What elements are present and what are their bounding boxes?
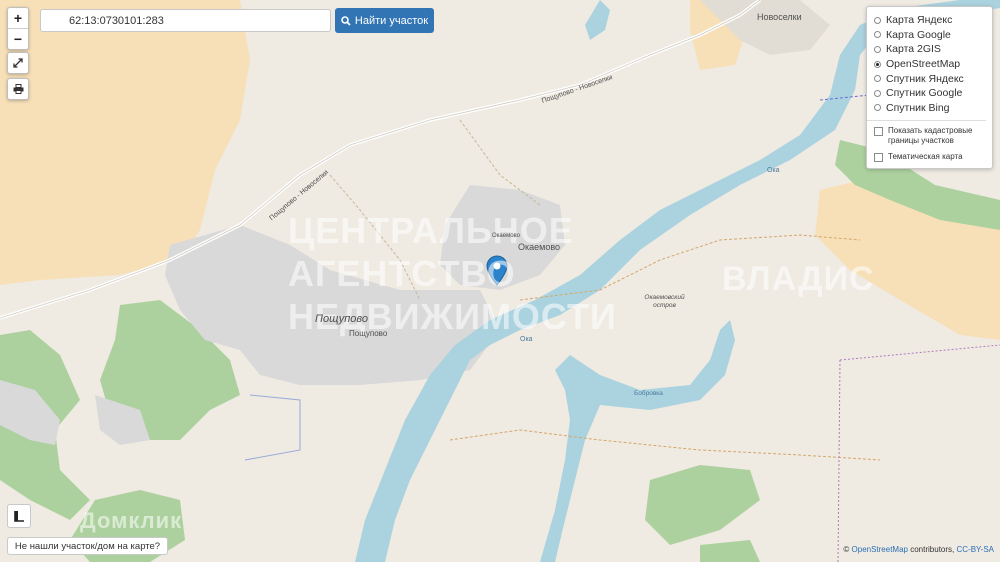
print-button[interactable]: [7, 78, 29, 100]
village-label-novoselki: Новоселки: [757, 12, 802, 22]
village-label-okaemovo: Окаемово: [518, 242, 561, 252]
radio-icon: [874, 89, 881, 97]
search-icon: [341, 15, 351, 26]
zoom-out-button[interactable]: −: [8, 28, 28, 49]
radio-icon: [874, 31, 881, 39]
divider: [867, 120, 986, 122]
checkbox-icon: [874, 127, 883, 137]
layer-switcher: Карта Яндекс Карта Google Карта 2GIS Ope…: [866, 6, 993, 169]
island-label: Окаемовский остров: [644, 294, 685, 309]
radio-icon: [874, 75, 881, 83]
checkbox-icon: [874, 153, 883, 163]
watermark-vladis: ВЛАДИС: [722, 260, 875, 298]
legend-icon: [14, 511, 24, 522]
layer-option[interactable]: Карта 2GIS: [874, 42, 992, 57]
radio-icon: [874, 45, 881, 53]
print-icon: [13, 84, 23, 94]
osm-link[interactable]: OpenStreetMap: [852, 545, 908, 554]
map-attribution: © OpenStreetMap contributors, CC-BY-SA: [843, 545, 994, 554]
layer-option[interactable]: Карта Google: [874, 28, 992, 43]
layer-option[interactable]: Спутник Яндекс: [874, 71, 992, 86]
legend-button[interactable]: [7, 504, 31, 528]
expand-icon: [13, 58, 23, 68]
river-label: Ока: [520, 336, 533, 343]
thematic-map-checkbox[interactable]: Тематическая карта: [874, 152, 992, 163]
radio-icon: [874, 16, 881, 24]
radio-icon: [874, 104, 881, 112]
fullscreen-button[interactable]: [7, 52, 29, 74]
river-label: Ока: [767, 167, 780, 174]
layer-option[interactable]: Карта Яндекс: [874, 13, 992, 28]
zoom-control: + −: [7, 7, 29, 50]
radio-selected-icon: [874, 60, 881, 68]
watermark-domclick: Домклик: [80, 508, 183, 533]
find-plot-button[interactable]: Найти участок: [335, 8, 434, 33]
cadastral-borders-checkbox[interactable]: Показать кадастровые границы участков: [874, 126, 992, 146]
license-link[interactable]: CC-BY-SA: [957, 545, 995, 554]
zoom-in-button[interactable]: +: [8, 8, 28, 28]
layer-option[interactable]: Спутник Google: [874, 86, 992, 101]
stream-label: Бобровка: [634, 390, 663, 397]
layer-option-selected[interactable]: OpenStreetMap: [874, 57, 992, 72]
layer-option[interactable]: Спутник Bing: [874, 101, 992, 116]
village-label-poshchupovo: Пощупово: [315, 313, 368, 325]
street-label: Пощупово: [349, 329, 388, 338]
watermark-line2: АГЕНТСТВО: [288, 253, 516, 294]
not-found-button[interactable]: Не нашли участок/дом на карте?: [7, 537, 168, 555]
find-plot-label: Найти участок: [354, 14, 429, 27]
cadastral-search-input[interactable]: [40, 9, 331, 32]
street-label: Окаемово: [492, 233, 521, 239]
